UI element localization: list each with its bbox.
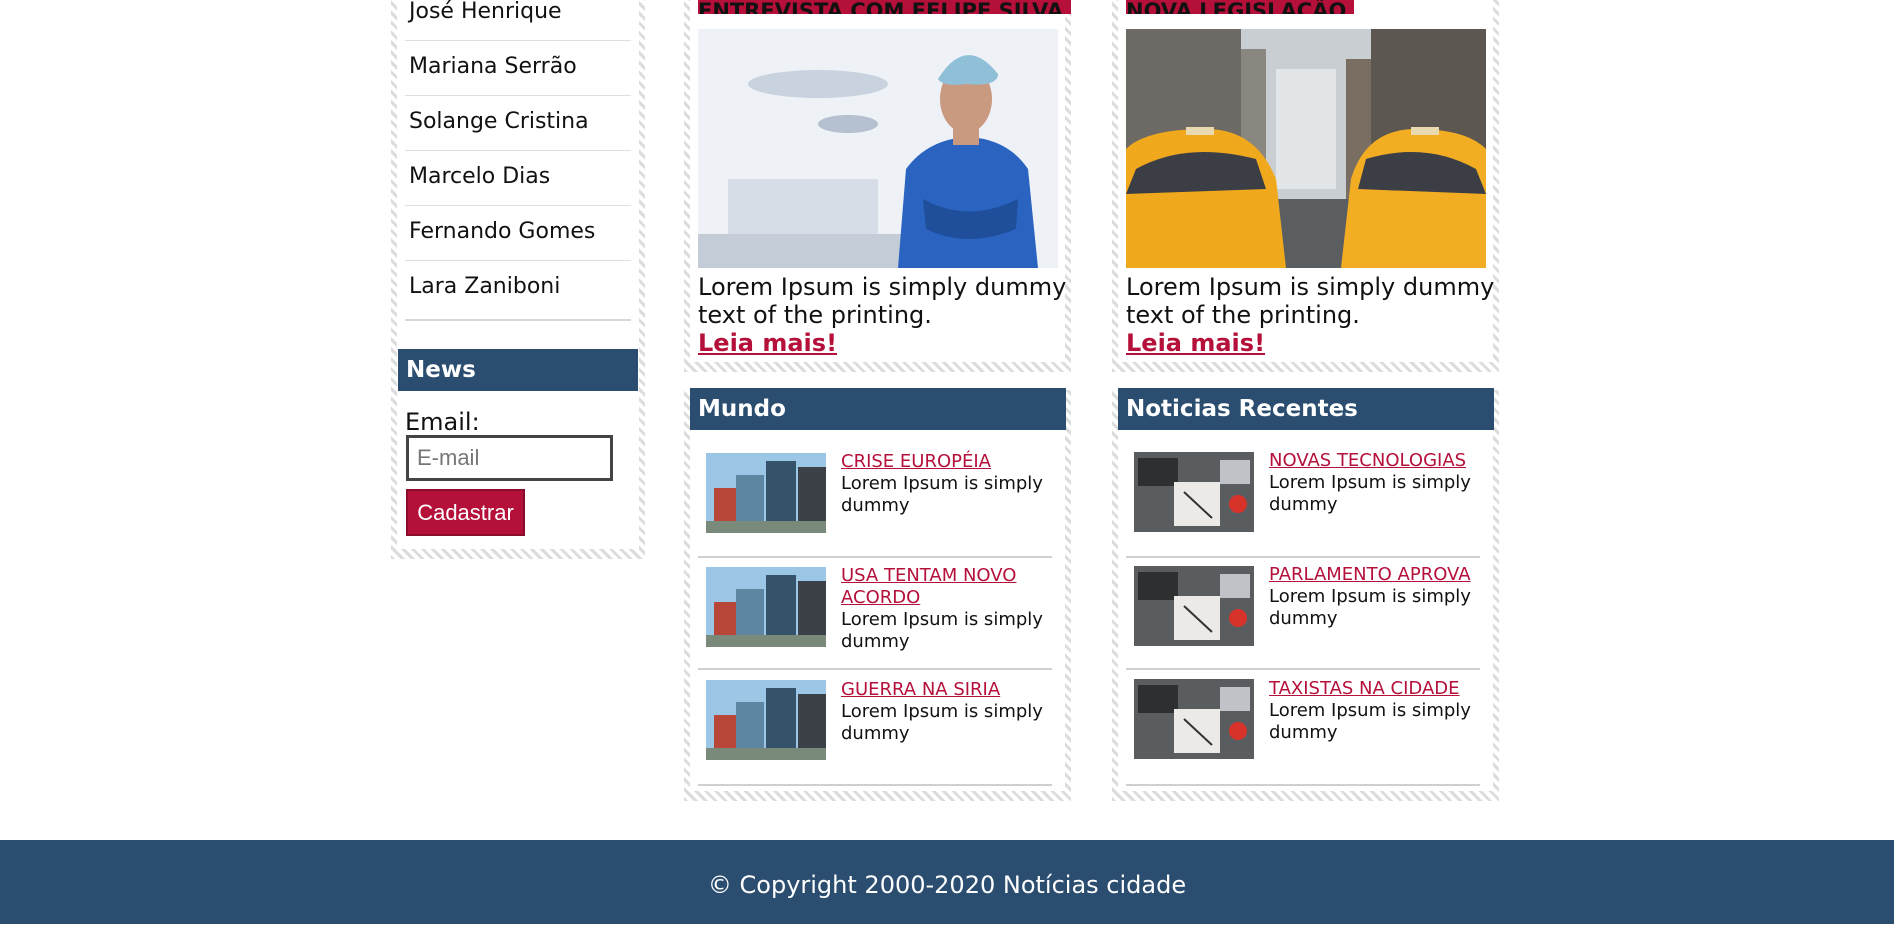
author-link[interactable]: Lara Zaniboni bbox=[405, 261, 631, 321]
news-heading: News bbox=[398, 349, 638, 391]
news-item-link[interactable]: PARLAMENTO APROVA bbox=[1269, 564, 1474, 586]
subscribe-button[interactable]: Cadastrar bbox=[406, 489, 525, 536]
email-input[interactable] bbox=[406, 435, 613, 481]
feature-text: Lorem Ipsum is simply dummy text of the … bbox=[1126, 273, 1496, 357]
desk-thumbnail bbox=[1134, 566, 1254, 646]
author-link[interactable]: José Henrique bbox=[405, 0, 631, 41]
email-label: Email: bbox=[405, 408, 480, 436]
news-item-summary: Lorem Ipsum is simply dummy bbox=[1269, 472, 1471, 515]
news-item-text: TAXISTAS NA CIDADE Lorem Ipsum is simply… bbox=[1269, 678, 1474, 744]
read-more-link[interactable]: Leia mais! bbox=[698, 329, 837, 357]
news-item-summary: Lorem Ipsum is simply dummy bbox=[841, 473, 1043, 516]
recentes-heading: Noticias Recentes bbox=[1118, 388, 1494, 430]
news-item: GUERRA NA SIRIA Lorem Ipsum is simply du… bbox=[698, 668, 1052, 786]
desk-thumbnail bbox=[1134, 452, 1254, 532]
news-item-link[interactable]: CRISE EUROPÉIA bbox=[841, 451, 1046, 473]
news-item: CRISE EUROPÉIA Lorem Ipsum is simply dum… bbox=[698, 440, 1052, 558]
news-item-summary: Lorem Ipsum is simply dummy bbox=[841, 609, 1043, 652]
doctor-photo bbox=[698, 29, 1058, 268]
news-item: TAXISTAS NA CIDADE Lorem Ipsum is simply… bbox=[1126, 668, 1480, 786]
news-item-summary: Lorem Ipsum is simply dummy bbox=[1269, 700, 1471, 743]
author-list: José Henrique Mariana Serrão Solange Cri… bbox=[405, 0, 631, 321]
building-thumbnail bbox=[706, 453, 826, 533]
building-thumbnail bbox=[706, 567, 826, 647]
news-item-text: USA TENTAM NOVO ACORDO Lorem Ipsum is si… bbox=[841, 565, 1046, 653]
news-item-link[interactable]: TAXISTAS NA CIDADE bbox=[1269, 678, 1474, 700]
news-item-text: GUERRA NA SIRIA Lorem Ipsum is simply du… bbox=[841, 679, 1046, 745]
city-taxis-photo bbox=[1126, 29, 1486, 268]
news-item: PARLAMENTO APROVA Lorem Ipsum is simply … bbox=[1126, 556, 1480, 670]
feature-text: Lorem Ipsum is simply dummy text of the … bbox=[698, 273, 1068, 357]
feature-summary: Lorem Ipsum is simply dummy text of the … bbox=[1126, 273, 1495, 329]
news-item: USA TENTAM NOVO ACORDO Lorem Ipsum is si… bbox=[698, 556, 1052, 670]
desk-thumbnail bbox=[1134, 679, 1254, 759]
news-item-text: CRISE EUROPÉIA Lorem Ipsum is simply dum… bbox=[841, 451, 1046, 517]
news-item-summary: Lorem Ipsum is simply dummy bbox=[841, 701, 1043, 744]
news-item-link[interactable]: USA TENTAM NOVO ACORDO bbox=[841, 565, 1046, 609]
feature-title: ENTREVISTA COM FELIPE SILVA bbox=[698, 0, 1072, 14]
news-item-link[interactable]: GUERRA NA SIRIA bbox=[841, 679, 1046, 701]
feature-summary: Lorem Ipsum is simply dummy text of the … bbox=[698, 273, 1067, 329]
mundo-heading: Mundo bbox=[690, 388, 1066, 430]
building-thumbnail bbox=[706, 680, 826, 760]
news-item-text: NOVAS TECNOLOGIAS Lorem Ipsum is simply … bbox=[1269, 450, 1474, 516]
news-item: NOVAS TECNOLOGIAS Lorem Ipsum is simply … bbox=[1126, 440, 1480, 558]
author-link[interactable]: Mariana Serrão bbox=[405, 41, 631, 96]
feature-title: NOVA LEGISLAÇÃO bbox=[1126, 0, 1355, 14]
author-link[interactable]: Solange Cristina bbox=[405, 96, 631, 151]
author-link[interactable]: Fernando Gomes bbox=[405, 206, 631, 261]
mundo-list: CRISE EUROPÉIA Lorem Ipsum is simply dum… bbox=[698, 440, 1058, 790]
news-item-link[interactable]: NOVAS TECNOLOGIAS bbox=[1269, 450, 1474, 472]
news-item-summary: Lorem Ipsum is simply dummy bbox=[1269, 586, 1471, 629]
author-link[interactable]: Marcelo Dias bbox=[405, 151, 631, 206]
recentes-list: NOVAS TECNOLOGIAS Lorem Ipsum is simply … bbox=[1126, 440, 1486, 790]
news-item-text: PARLAMENTO APROVA Lorem Ipsum is simply … bbox=[1269, 564, 1474, 630]
copyright-text: © Copyright 2000-2020 Notícias cidade bbox=[707, 871, 1187, 899]
footer: © Copyright 2000-2020 Notícias cidade bbox=[0, 840, 1894, 924]
read-more-link[interactable]: Leia mais! bbox=[1126, 329, 1265, 357]
